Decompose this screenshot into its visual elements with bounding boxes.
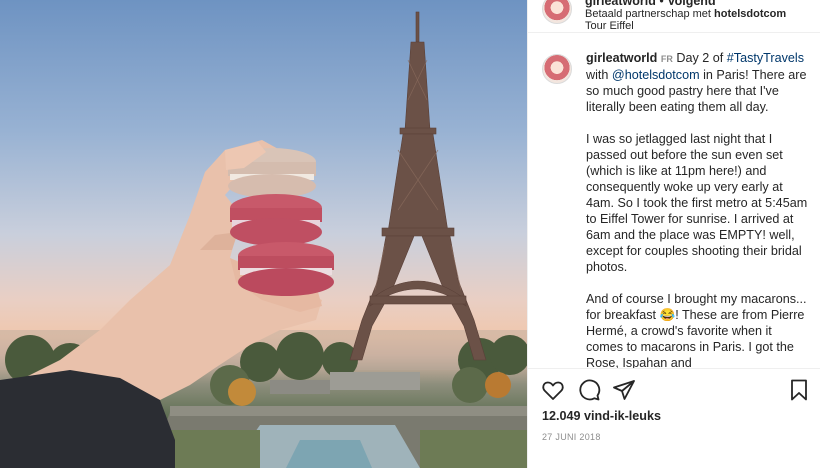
post-header: girleatworld • Volgend Betaald partnersc… — [528, 0, 820, 33]
mention-link[interactable]: @hotelsdotcom — [612, 68, 700, 82]
separator-dot: • — [659, 0, 664, 8]
laughing-emoji: 😂 — [659, 308, 676, 322]
caption-username[interactable]: girleatworld — [586, 51, 657, 65]
comment-icon[interactable] — [576, 377, 602, 403]
more-options-icon[interactable]: ••• — [789, 0, 809, 2]
post-date[interactable]: 27 JUNI 2018 — [542, 432, 601, 442]
caption-text-segment: Day 2 of — [676, 51, 724, 65]
caption-area: girleatworld FR Day 2 of #TastyTravels w… — [542, 50, 812, 368]
post-photo[interactable] — [0, 0, 527, 468]
paid-partnership: Betaald partnerschap met hotelsdotcom — [585, 8, 786, 20]
location-link[interactable]: Tour Eiffel — [585, 20, 634, 32]
header-username[interactable]: girleatworld — [585, 0, 656, 8]
post-sidebar: girleatworld • Volgend Betaald partnersc… — [527, 0, 820, 468]
photo-illustration — [0, 11, 527, 468]
partnership-label: Betaald partnerschap met — [585, 8, 711, 20]
caption-avatar[interactable] — [542, 54, 572, 84]
share-icon[interactable] — [611, 377, 637, 403]
avatar[interactable] — [542, 0, 572, 24]
heart-icon[interactable] — [540, 377, 566, 403]
partner-link[interactable]: hotelsdotcom — [714, 8, 786, 20]
header-username-row: girleatworld • Volgend — [585, 0, 716, 8]
likes-count[interactable]: 12.049 vind-ik-leuks — [542, 409, 661, 423]
action-bar: 12.049 vind-ik-leuks 27 JUNI 2018 — [528, 368, 820, 469]
hashtag-link[interactable]: #TastyTravels — [727, 51, 804, 65]
bookmark-icon[interactable] — [786, 377, 812, 403]
caption-text-segment: with — [586, 68, 609, 82]
follow-button[interactable]: Volgend — [667, 0, 715, 8]
caption-text: girleatworld FR Day 2 of #TastyTravels w… — [586, 50, 812, 368]
caption-paragraph: I was so jetlagged last night that I pas… — [586, 132, 808, 274]
country-badge: FR — [660, 54, 673, 64]
